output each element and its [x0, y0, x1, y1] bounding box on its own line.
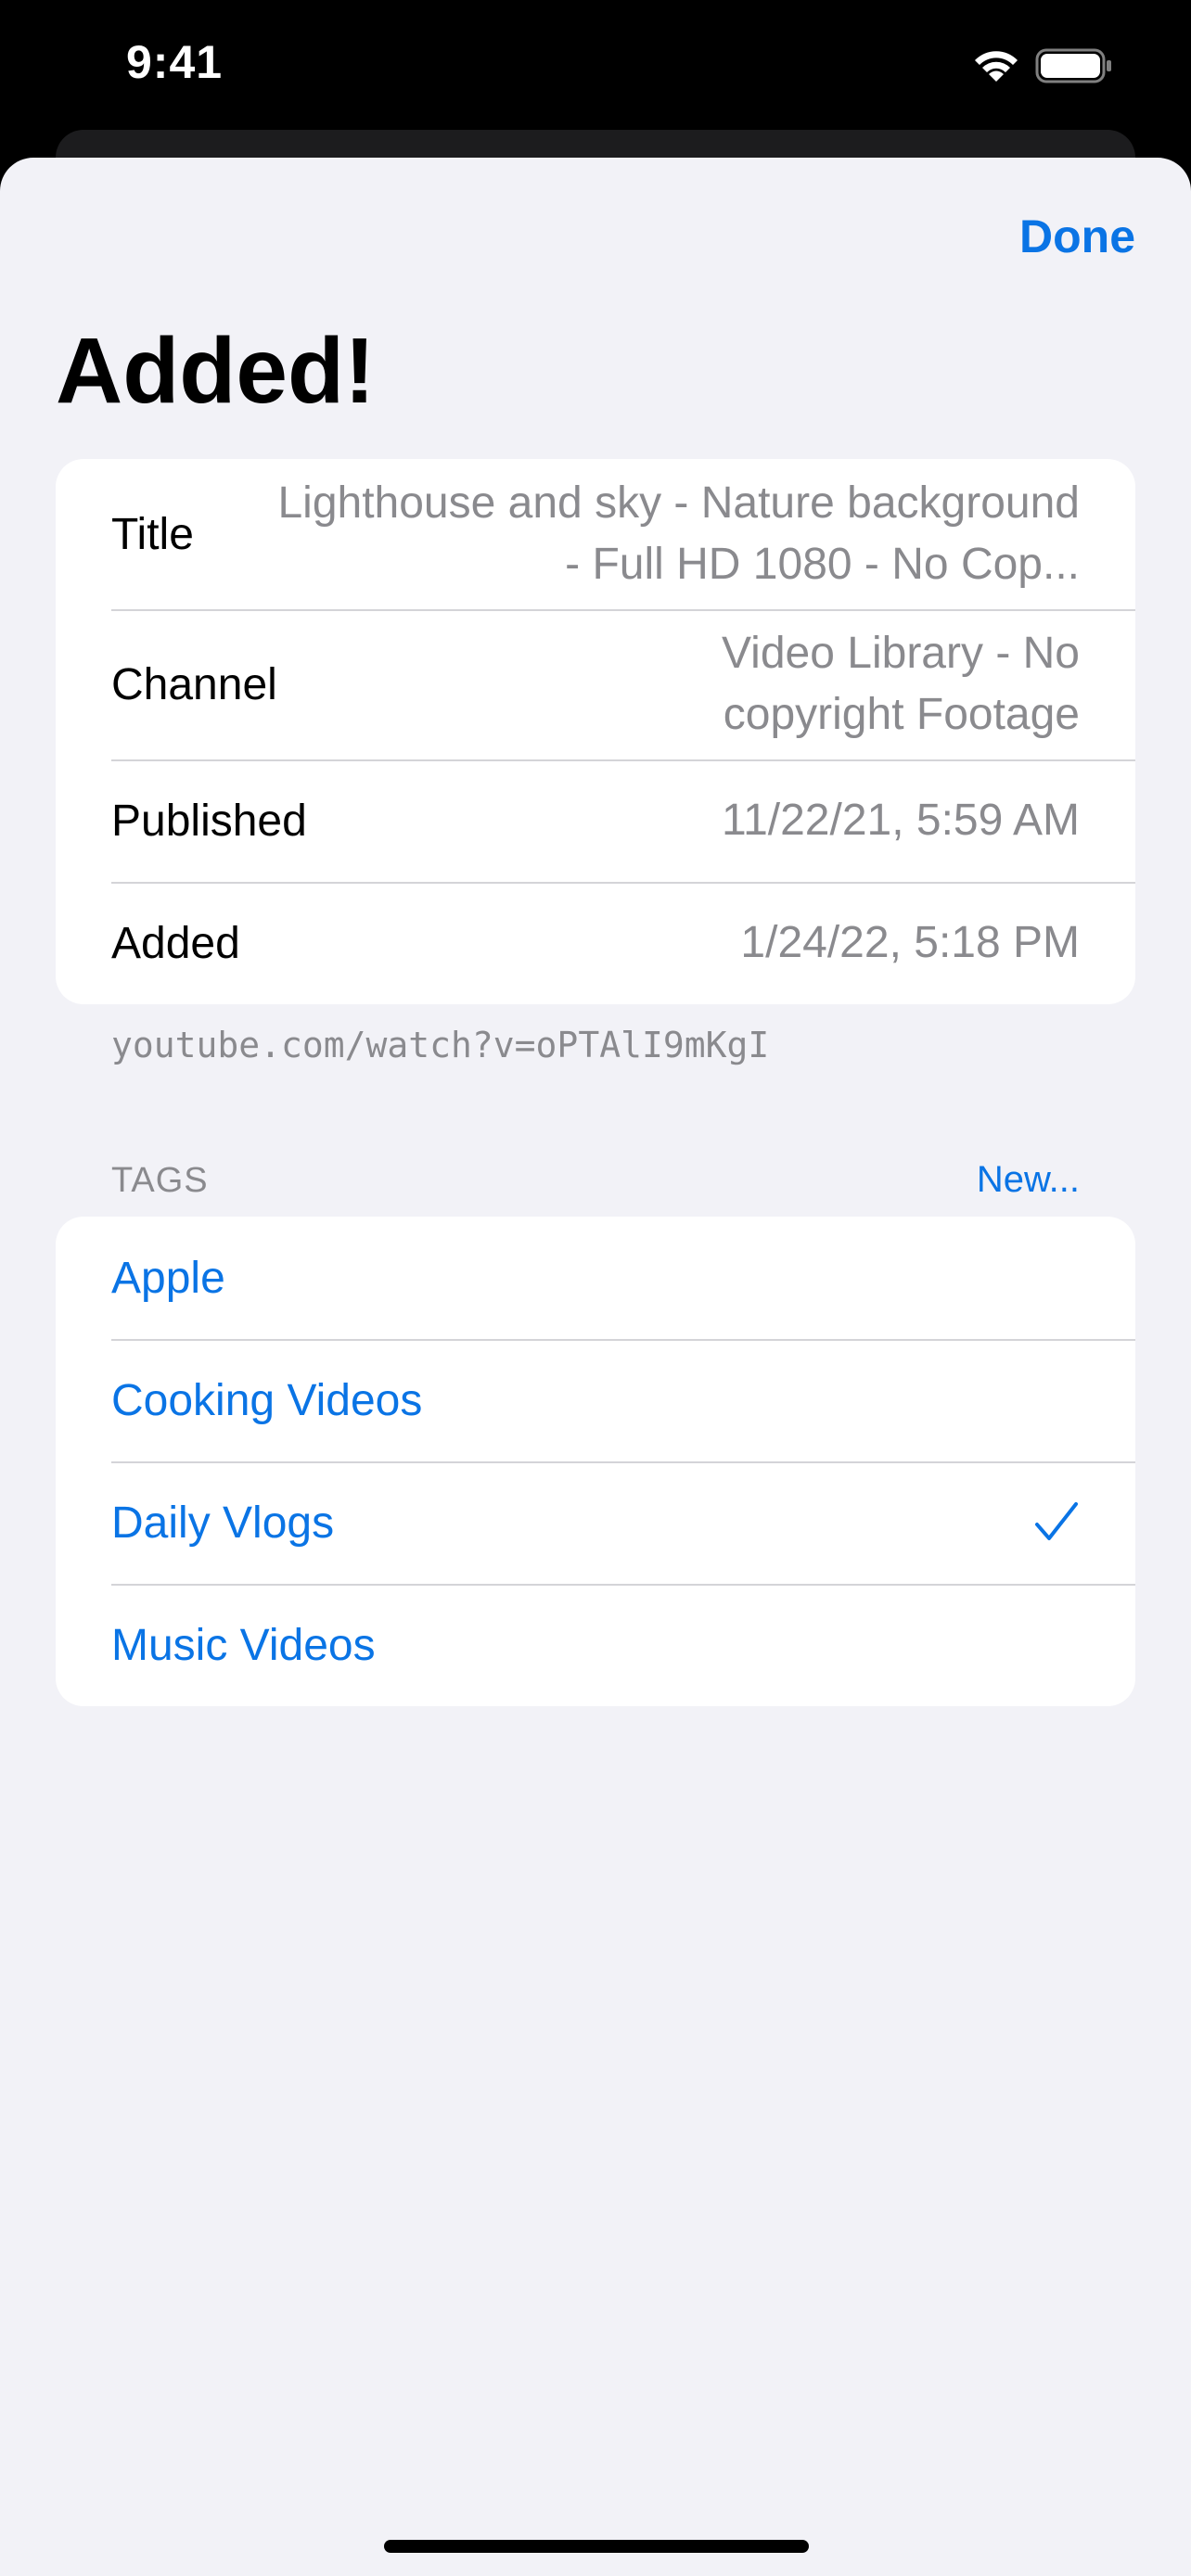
- checkmark-icon: [1035, 1502, 1078, 1540]
- tags-section-header: TAGS: [111, 1161, 209, 1200]
- new-tag-button[interactable]: New...: [977, 1159, 1080, 1201]
- info-row-added: Added 1/24/22, 5:18 PM: [56, 882, 1135, 1004]
- page-title: Added!: [56, 319, 376, 423]
- battery-icon: [1035, 48, 1111, 83]
- published-label: Published: [111, 796, 307, 846]
- title-value: Lighthouse and sky - Nature background -…: [277, 478, 1080, 589]
- video-url: youtube.com/watch?v=oPTAlI9mKgI: [111, 1025, 770, 1065]
- tag-label: Cooking Videos: [111, 1375, 423, 1425]
- tag-row-cooking-videos[interactable]: Cooking Videos: [56, 1339, 1135, 1461]
- tags-list: Apple Cooking Videos Daily Vlogs Music V…: [56, 1217, 1135, 1706]
- tag-row-music-videos[interactable]: Music Videos: [56, 1584, 1135, 1706]
- channel-label: Channel: [111, 659, 277, 709]
- info-row-channel: Channel Video Library - No copyright Foo…: [56, 609, 1135, 759]
- tag-row-apple[interactable]: Apple: [56, 1217, 1135, 1339]
- added-sheet: Done Added! Title Lighthouse and sky - N…: [0, 158, 1191, 2576]
- home-indicator: [384, 2540, 809, 2553]
- title-label: Title: [111, 509, 194, 559]
- video-info-card: Title Lighthouse and sky - Nature backgr…: [56, 459, 1135, 1004]
- info-row-published: Published 11/22/21, 5:59 AM: [56, 759, 1135, 882]
- info-row-title: Title Lighthouse and sky - Nature backgr…: [56, 459, 1135, 609]
- tag-row-daily-vlogs[interactable]: Daily Vlogs: [56, 1461, 1135, 1584]
- added-value: 1/24/22, 5:18 PM: [740, 918, 1080, 967]
- wifi-icon: [975, 51, 1018, 82]
- channel-value: Video Library - No copyright Footage: [722, 629, 1080, 739]
- published-value: 11/22/21, 5:59 AM: [721, 796, 1080, 845]
- screen: 9:41 Done Added! Title Lighthouse and sk…: [0, 0, 1191, 2576]
- status-time: 9:41: [126, 36, 224, 88]
- tag-label: Daily Vlogs: [111, 1498, 335, 1548]
- tag-label: Music Videos: [111, 1620, 376, 1670]
- tag-label: Apple: [111, 1253, 225, 1303]
- done-button[interactable]: Done: [1019, 210, 1135, 263]
- status-bar: 9:41: [0, 0, 1191, 130]
- added-label: Added: [111, 918, 240, 968]
